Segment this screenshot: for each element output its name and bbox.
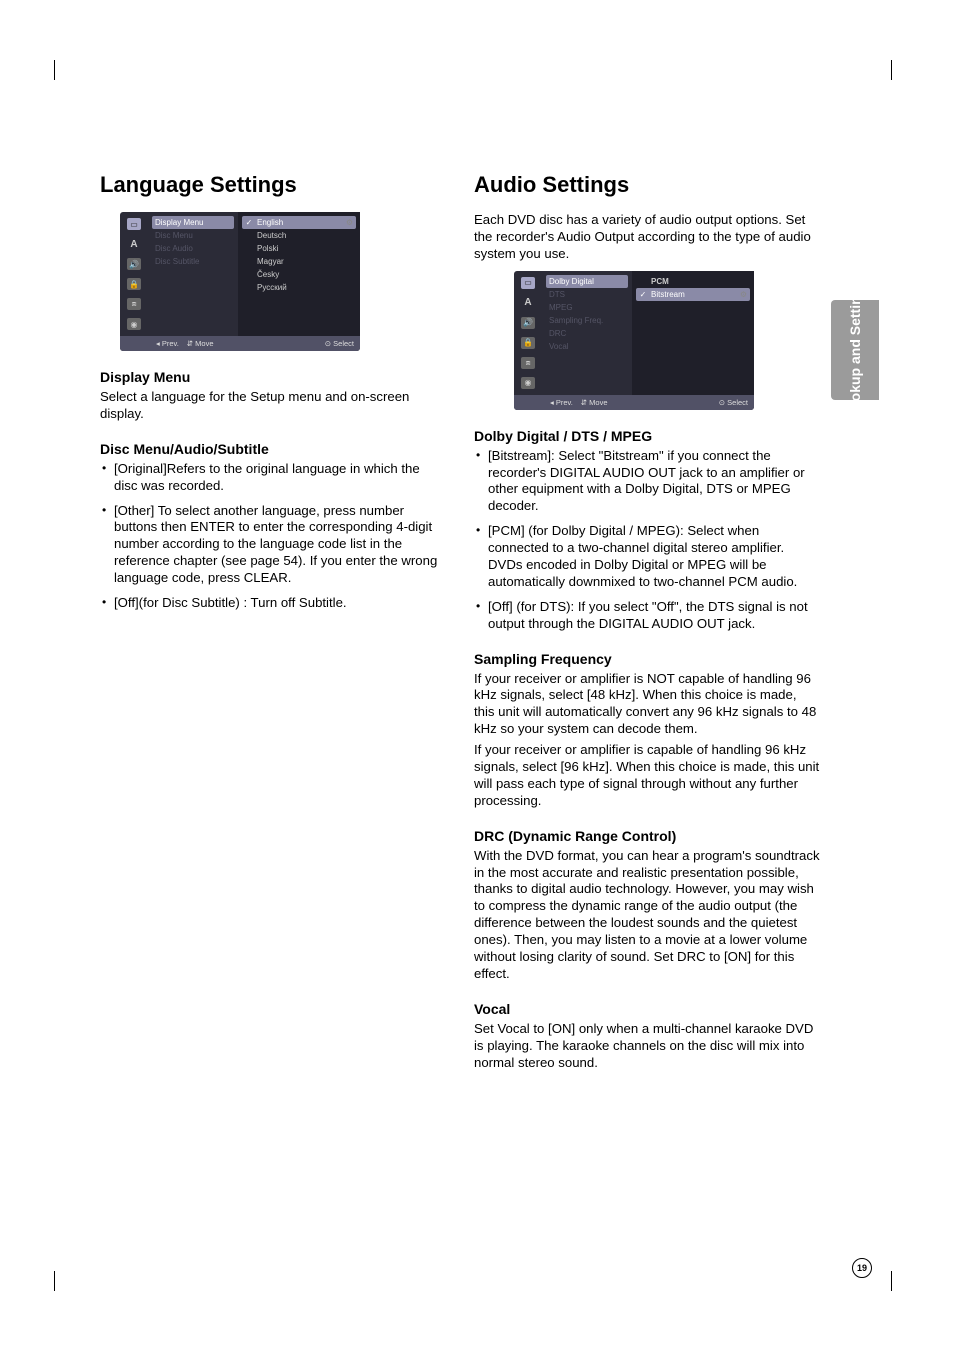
subheading-disc-menu-audio-subtitle: Disc Menu/Audio/Subtitle — [100, 441, 446, 457]
osd-icon-lock: 🔒 — [127, 278, 141, 290]
osd-menu-item: DTS — [546, 288, 628, 301]
osd-icon-disc: ◉ — [127, 318, 141, 330]
osd-value-item: Русский — [242, 281, 356, 294]
osd-hint-select: ⊙ Select — [719, 398, 748, 407]
osd-menu-item: DRC — [546, 327, 628, 340]
check-icon: ✓ — [639, 290, 647, 299]
column-left: Language Settings ▭ A 🔊 🔒 ⧈ ◉ Display Me… — [100, 172, 446, 1076]
osd-icon-speaker: 🔊 — [521, 317, 535, 329]
paragraph: With the DVD format, you can hear a prog… — [474, 848, 820, 983]
bullet-item: [Bitstream]: Select "Bitstream" if you c… — [474, 448, 820, 516]
osd-hint-prev: ◂ Prev. — [156, 339, 179, 348]
gear-icon: ⚙ — [346, 218, 353, 227]
osd-body: ▭ A 🔊 🔒 ⧈ ◉ Display Menu Disc Menu Disc … — [120, 212, 360, 336]
osd-value-item: Magyar — [242, 255, 356, 268]
osd-menu-item: Display Menu — [152, 216, 234, 229]
osd-menu-list: Dolby Digital DTS MPEG Sampling Freq. DR… — [542, 271, 632, 395]
subheading-vocal: Vocal — [474, 1001, 820, 1017]
osd-value-header: PCM — [636, 275, 750, 288]
crop-mark — [54, 1271, 55, 1291]
osd-icon-tv: ▭ — [127, 218, 141, 230]
osd-value-item: Polski — [242, 242, 356, 255]
gear-icon: ⚙ — [740, 290, 747, 299]
osd-footer: ◂ Prev. ⇵ Move ⊙ Select — [514, 395, 754, 410]
crop-mark — [891, 60, 892, 80]
bullet-list: [Bitstream]: Select "Bitstream" if you c… — [474, 448, 820, 633]
osd-icon-speaker: 🔊 — [127, 258, 141, 270]
bullet-item: [Other] To select another language, pres… — [100, 503, 446, 587]
paragraph: Set Vocal to [ON] only when a multi-chan… — [474, 1021, 820, 1072]
heading-audio-settings: Audio Settings — [474, 172, 820, 198]
osd-menu-item: Dolby Digital — [546, 275, 628, 288]
bullet-item: [Off] (for DTS): If you select "Off", th… — [474, 599, 820, 633]
osd-value-item: ✓Bitstream⚙ — [636, 288, 750, 301]
osd-menu-item: MPEG — [546, 301, 628, 314]
osd-menu-item: Sampling Freq. — [546, 314, 628, 327]
osd-icon-tv: ▭ — [521, 277, 535, 289]
osd-menu-list: Display Menu Disc Menu Disc Audio Disc S… — [148, 212, 238, 336]
section-tab-label: Hookup and Settings — [847, 280, 863, 420]
section-tab: Hookup and Settings — [831, 300, 879, 400]
osd-value-item: Deutsch — [242, 229, 356, 242]
column-right: Audio Settings Each DVD disc has a varie… — [474, 172, 820, 1076]
crop-mark — [54, 60, 55, 80]
osd-menu-item: Disc Menu — [152, 229, 234, 242]
osd-icon-lock: 🔒 — [521, 337, 535, 349]
paragraph: If your receiver or amplifier is NOT cap… — [474, 671, 820, 739]
heading-language-settings: Language Settings — [100, 172, 446, 198]
bullet-list: [Original]Refers to the original languag… — [100, 461, 446, 612]
osd-icon-disc: ◉ — [521, 377, 535, 389]
osd-hint-select: ⊙ Select — [325, 339, 354, 348]
bullet-item: [Off](for Disc Subtitle) : Turn off Subt… — [100, 595, 446, 612]
osd-body: ▭ A 🔊 🔒 ⧈ ◉ Dolby Digital DTS MPEG Sampl… — [514, 271, 754, 395]
paragraph: Each DVD disc has a variety of audio out… — [474, 212, 820, 263]
osd-icon-rail: ▭ A 🔊 🔒 ⧈ ◉ — [514, 271, 542, 395]
osd-value-item: ✓English⚙ — [242, 216, 356, 229]
content: Language Settings ▭ A 🔊 🔒 ⧈ ◉ Display Me… — [100, 172, 820, 1076]
osd-footer: ◂ Prev. ⇵ Move ⊙ Select — [120, 336, 360, 351]
osd-menu-item: Vocal — [546, 340, 628, 353]
subheading-drc: DRC (Dynamic Range Control) — [474, 828, 820, 844]
subheading-display-menu: Display Menu — [100, 369, 446, 385]
subheading-dolby-dts-mpeg: Dolby Digital / DTS / MPEG — [474, 428, 820, 444]
osd-value-list: PCM ✓Bitstream⚙ — [632, 271, 754, 395]
bullet-item: [PCM] (for Dolby Digital / MPEG): Select… — [474, 523, 820, 591]
osd-icon-a: A — [521, 297, 535, 309]
osd-value-list: ✓English⚙ Deutsch Polski Magyar Česky Ру… — [238, 212, 360, 336]
osd-hint-move: ⇵ Move — [187, 339, 214, 348]
osd-icon-rail: ▭ A 🔊 🔒 ⧈ ◉ — [120, 212, 148, 336]
paragraph: If your receiver or amplifier is capable… — [474, 742, 820, 810]
paragraph: Select a language for the Setup menu and… — [100, 389, 446, 423]
osd-value-item: Česky — [242, 268, 356, 281]
page-number: 19 — [852, 1258, 872, 1278]
osd-icon-a: A — [127, 238, 141, 250]
osd-language: ▭ A 🔊 🔒 ⧈ ◉ Display Menu Disc Menu Disc … — [120, 212, 360, 351]
osd-menu-item: Disc Audio — [152, 242, 234, 255]
osd-menu-item: Disc Subtitle — [152, 255, 234, 268]
subheading-sampling-frequency: Sampling Frequency — [474, 651, 820, 667]
osd-hint-prev: ◂ Prev. — [550, 398, 573, 407]
osd-hint-move: ⇵ Move — [581, 398, 608, 407]
osd-icon-rec: ⧈ — [127, 298, 141, 310]
bullet-item: [Original]Refers to the original languag… — [100, 461, 446, 495]
osd-icon-rec: ⧈ — [521, 357, 535, 369]
check-icon: ✓ — [245, 218, 253, 227]
page: Hookup and Settings Language Settings ▭ … — [0, 0, 954, 1351]
crop-mark — [891, 1271, 892, 1291]
osd-audio: ▭ A 🔊 🔒 ⧈ ◉ Dolby Digital DTS MPEG Sampl… — [514, 271, 754, 410]
